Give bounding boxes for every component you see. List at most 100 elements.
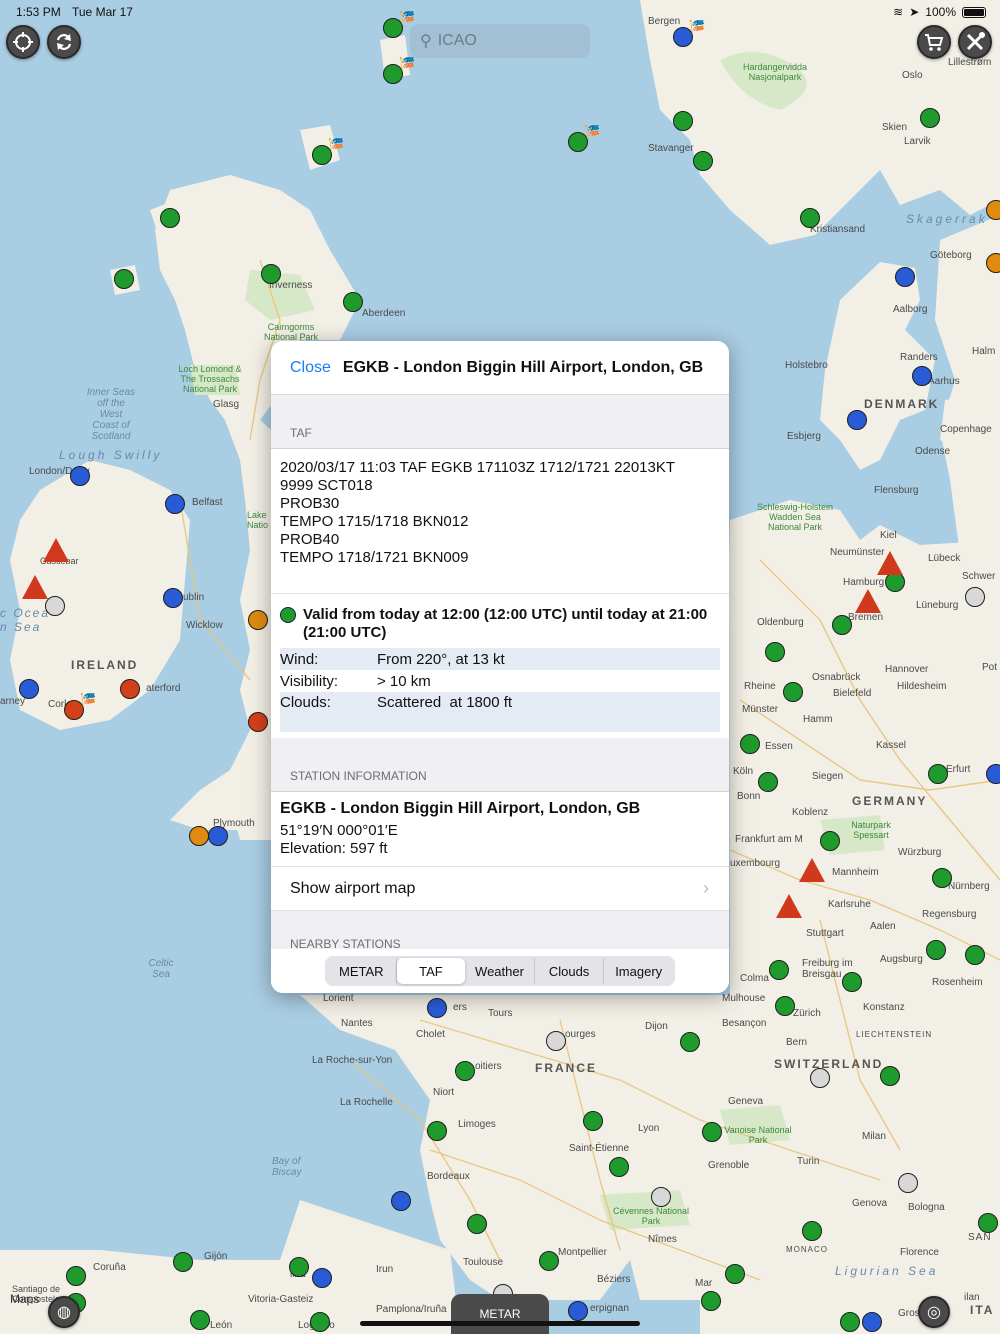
station-marker[interactable]: [965, 587, 985, 607]
map-label: Dijon: [645, 1021, 668, 1032]
station-marker[interactable]: [455, 1061, 475, 1081]
icao-search-input[interactable]: [437, 32, 568, 50]
station-marker[interactable]: [165, 494, 185, 514]
segment-metar[interactable]: METAR: [327, 958, 397, 984]
segment-taf[interactable]: TAF: [396, 958, 466, 984]
map-label: Besançon: [722, 1018, 767, 1029]
station-marker[interactable]: [609, 1157, 629, 1177]
map-label: ilan: [964, 1292, 980, 1303]
station-marker[interactable]: [862, 1312, 882, 1332]
segment-weather[interactable]: Weather: [465, 958, 535, 984]
globe-button[interactable]: ◍: [48, 1296, 80, 1328]
battery-icon: [962, 6, 986, 18]
station-marker[interactable]: [19, 679, 39, 699]
refresh-button[interactable]: [47, 25, 81, 59]
station-marker[interactable]: [467, 1214, 487, 1234]
station-marker[interactable]: [539, 1251, 559, 1271]
station-marker[interactable]: [651, 1187, 671, 1207]
station-marker[interactable]: [912, 366, 932, 386]
warning-marker[interactable]: [776, 894, 802, 918]
metar-tab-button[interactable]: METAR: [451, 1294, 549, 1334]
station-marker[interactable]: [769, 960, 789, 980]
station-marker[interactable]: [160, 208, 180, 228]
windsock-icon: 🎏: [584, 124, 601, 139]
station-marker[interactable]: [248, 712, 268, 732]
station-marker[interactable]: [978, 1213, 998, 1233]
map-label: IRELAND: [71, 658, 139, 672]
warning-marker[interactable]: [43, 538, 69, 562]
station-marker[interactable]: [895, 267, 915, 287]
station-marker[interactable]: [880, 1066, 900, 1086]
station-marker[interactable]: [114, 269, 134, 289]
locate-button[interactable]: [6, 25, 40, 59]
warning-marker[interactable]: [855, 589, 881, 613]
station-marker[interactable]: [66, 1266, 86, 1286]
station-marker[interactable]: [932, 868, 952, 888]
station-marker[interactable]: [289, 1257, 309, 1277]
warning-marker[interactable]: [877, 551, 903, 575]
station-marker[interactable]: [189, 826, 209, 846]
show-airport-map-row[interactable]: Show airport map ›: [271, 867, 729, 911]
station-marker[interactable]: [248, 610, 268, 630]
maps-attribution[interactable]: Maps: [10, 1292, 39, 1306]
station-marker[interactable]: [898, 1173, 918, 1193]
segment-clouds[interactable]: Clouds: [535, 958, 605, 984]
station-marker[interactable]: [427, 998, 447, 1018]
station-marker[interactable]: [775, 996, 795, 1016]
station-marker[interactable]: [926, 940, 946, 960]
station-marker[interactable]: [885, 572, 905, 592]
station-marker[interactable]: [986, 253, 1000, 273]
station-marker[interactable]: [673, 111, 693, 131]
station-marker[interactable]: [800, 208, 820, 228]
station-marker[interactable]: [693, 151, 713, 171]
station-marker[interactable]: [820, 831, 840, 851]
station-marker[interactable]: [680, 1032, 700, 1052]
station-marker[interactable]: [583, 1111, 603, 1131]
station-marker[interactable]: [965, 945, 985, 965]
settings-button[interactable]: [958, 25, 992, 59]
station-marker[interactable]: [163, 588, 183, 608]
station-marker[interactable]: [840, 1312, 860, 1332]
station-marker[interactable]: [701, 1291, 721, 1311]
warning-marker[interactable]: [799, 858, 825, 882]
station-marker[interactable]: [725, 1264, 745, 1284]
station-marker[interactable]: [832, 615, 852, 635]
station-marker[interactable]: [986, 200, 1000, 220]
station-marker[interactable]: [986, 764, 1000, 784]
station-marker[interactable]: [740, 734, 760, 754]
station-marker[interactable]: [546, 1031, 566, 1051]
station-marker[interactable]: [173, 1252, 193, 1272]
station-marker[interactable]: [190, 1310, 210, 1330]
station-marker[interactable]: [208, 826, 228, 846]
station-marker[interactable]: [842, 972, 862, 992]
station-marker[interactable]: [427, 1121, 447, 1141]
station-marker[interactable]: [783, 682, 803, 702]
warning-marker[interactable]: [22, 575, 48, 599]
map-label: Göteborg: [930, 250, 972, 261]
station-marker[interactable]: [568, 1301, 588, 1321]
map-label: Aberdeen: [362, 308, 406, 319]
store-button[interactable]: [917, 25, 951, 59]
station-marker[interactable]: [847, 410, 867, 430]
station-marker[interactable]: [261, 264, 281, 284]
station-marker[interactable]: [810, 1068, 830, 1088]
close-button[interactable]: Close: [290, 359, 331, 377]
icao-search[interactable]: ⚲: [410, 24, 590, 58]
station-marker[interactable]: [391, 1191, 411, 1211]
station-marker[interactable]: [920, 108, 940, 128]
map-label: Genova: [852, 1198, 888, 1209]
station-marker[interactable]: [928, 764, 948, 784]
station-marker[interactable]: [310, 1312, 330, 1332]
station-marker[interactable]: [343, 292, 363, 312]
segment-imagery[interactable]: Imagery: [604, 958, 673, 984]
station-marker[interactable]: [120, 679, 140, 699]
station-marker[interactable]: [702, 1122, 722, 1142]
station-marker[interactable]: [765, 642, 785, 662]
station-marker[interactable]: [70, 466, 90, 486]
station-marker[interactable]: [802, 1221, 822, 1241]
map-label: MONACO: [786, 1245, 828, 1254]
station-marker[interactable]: [758, 772, 778, 792]
station-marker[interactable]: [312, 1268, 332, 1288]
station-marker[interactable]: [45, 596, 65, 616]
layer-button[interactable]: ◎: [918, 1296, 950, 1328]
